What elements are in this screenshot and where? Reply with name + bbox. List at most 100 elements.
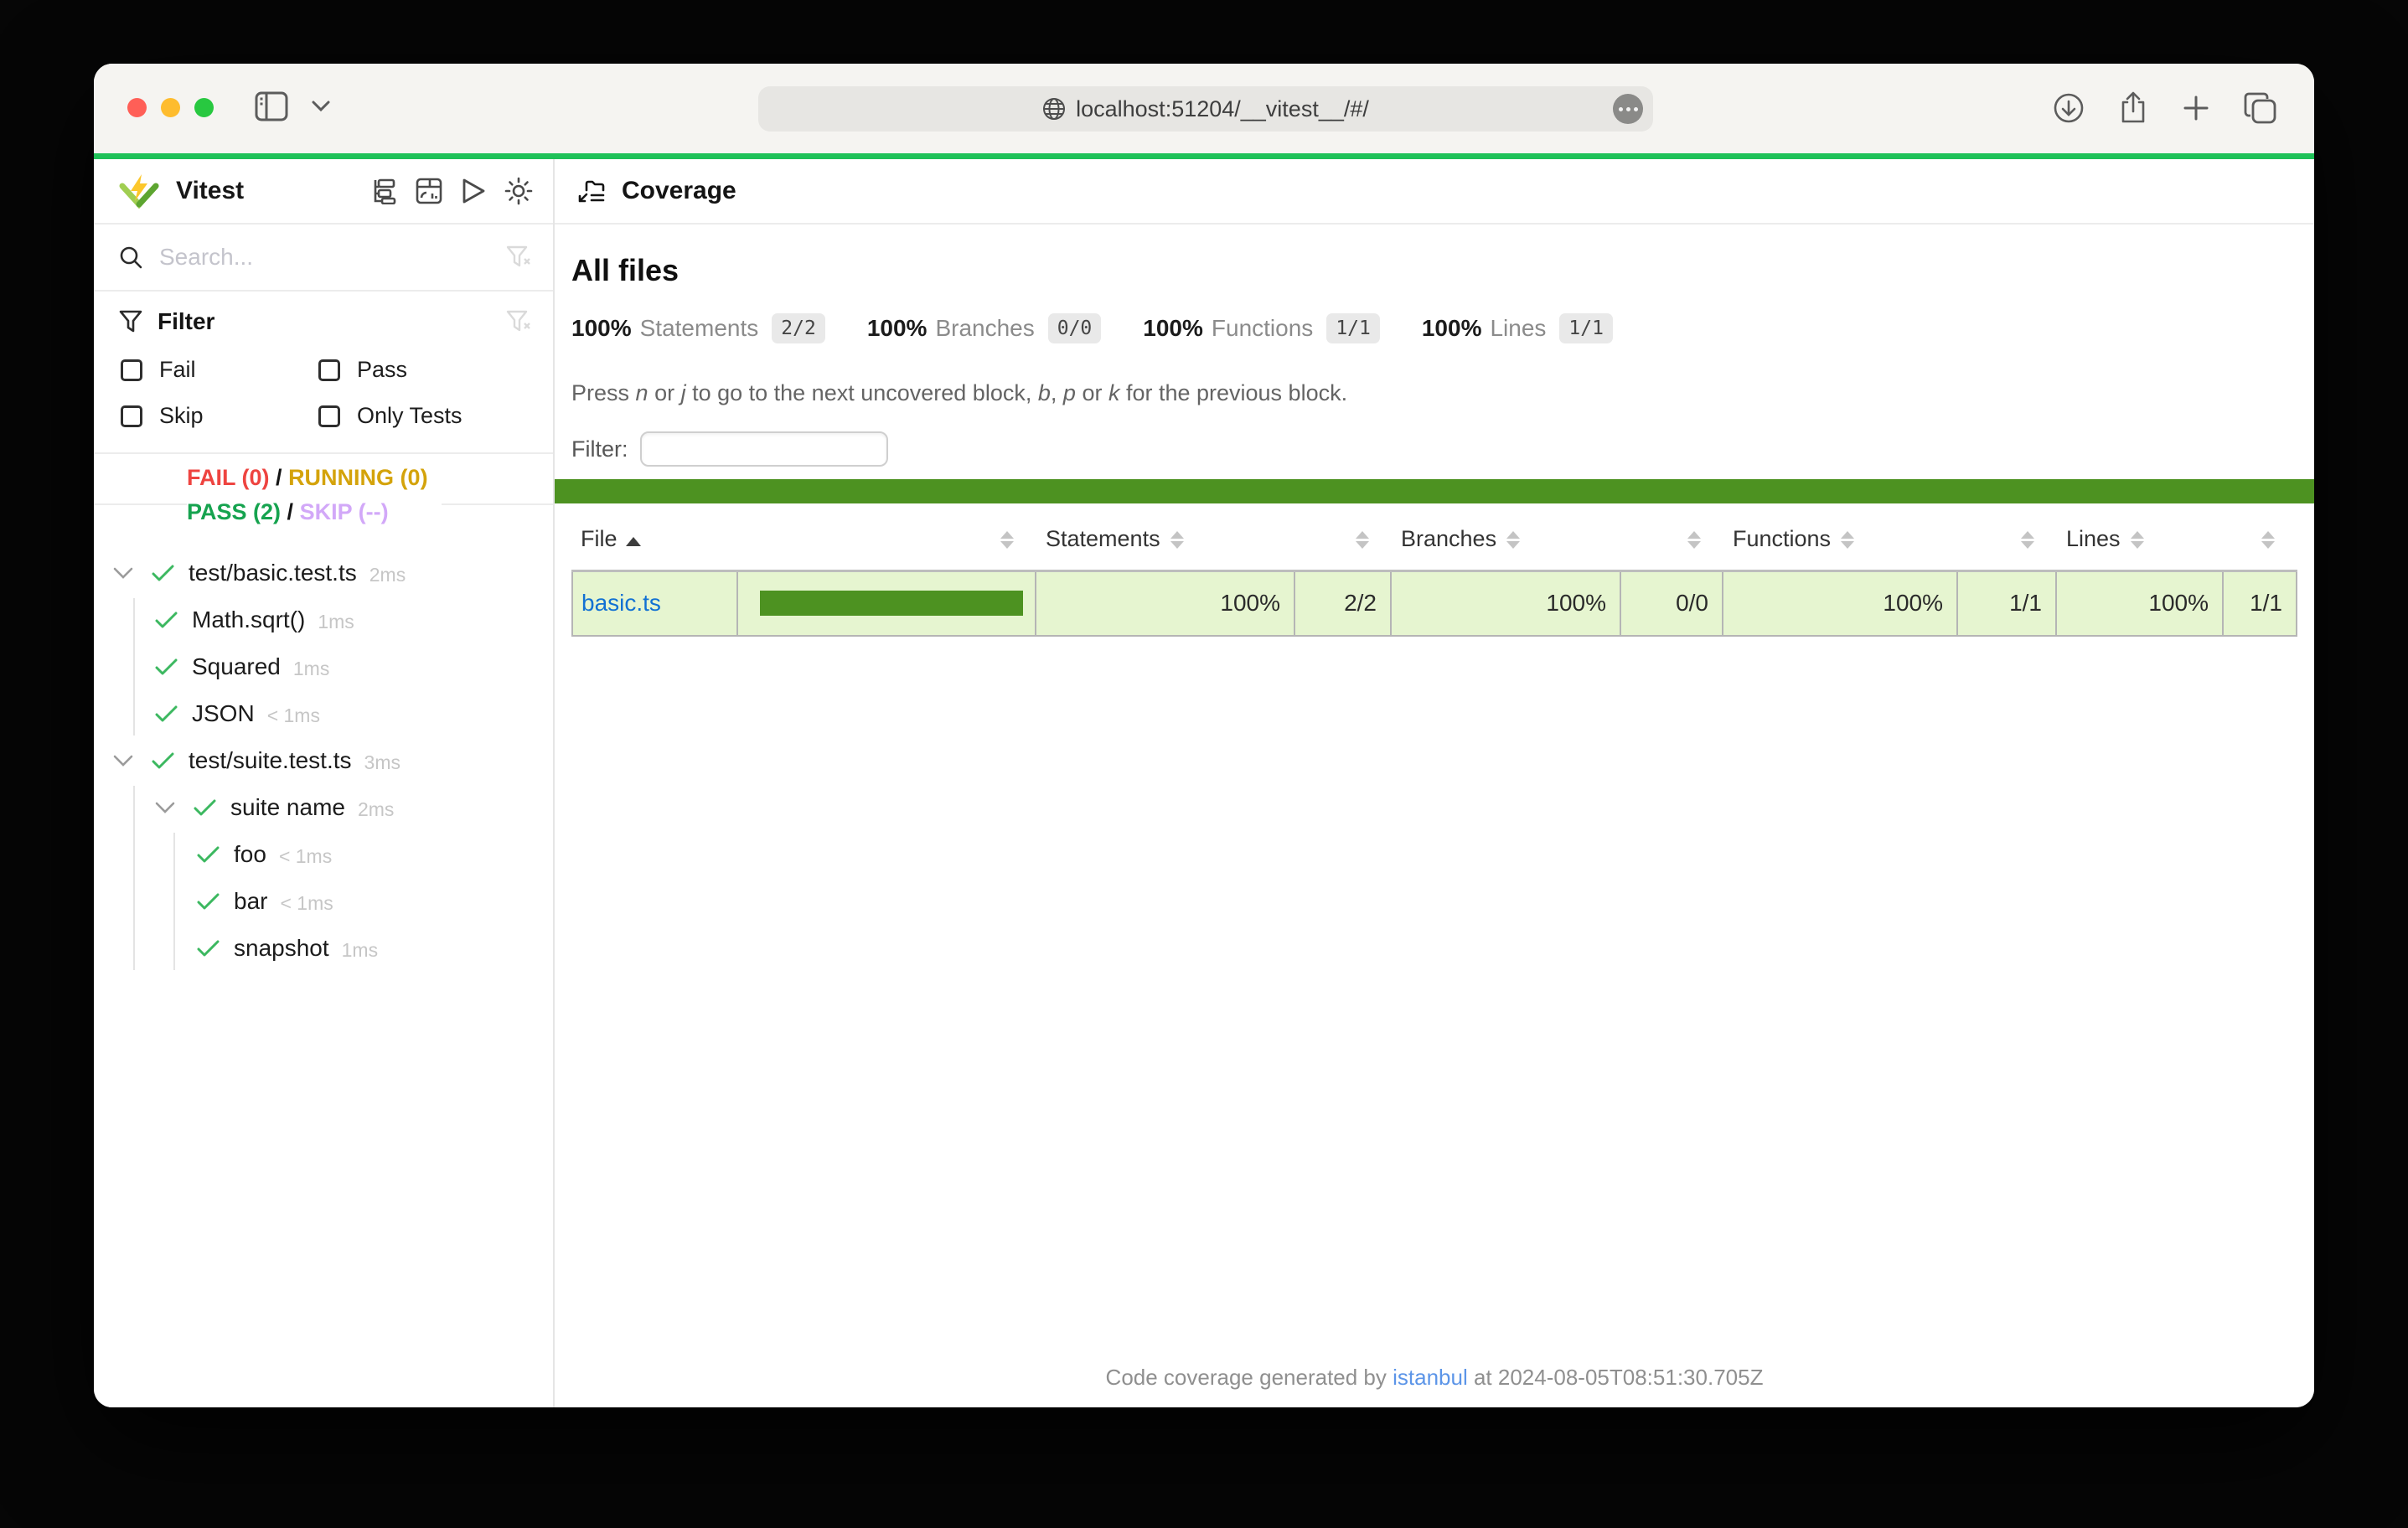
double-caret-icon [2261,531,2275,549]
check-icon [155,705,178,723]
double-caret-icon [2021,531,2034,549]
report-panel-icon[interactable] [416,178,442,204]
lines-raw-cell: 1/1 [2223,570,2297,636]
play-icon[interactable] [461,178,486,204]
test-tree-item[interactable]: foo< 1ms [94,831,553,878]
column-header-branches-raw[interactable] [1620,508,1723,570]
minimize-window-button[interactable] [161,98,180,117]
sidebar-panel-icon[interactable] [255,91,288,121]
double-caret-icon [1356,531,1369,549]
test-tree-item[interactable]: test/suite.test.ts3ms [94,737,553,784]
vitest-logo [119,173,159,209]
checkbox-label: Skip [159,403,204,429]
checkbox[interactable] [121,405,142,427]
test-tree-item[interactable]: snapshot1ms [94,925,553,972]
test-duration: < 1ms [279,842,332,868]
istanbul-link[interactable]: istanbul [1393,1365,1468,1390]
test-name: JSON [192,700,255,727]
column-header-lines-raw[interactable] [2223,508,2297,570]
summary-ratio-badge: 1/1 [1326,313,1380,343]
address-bar[interactable]: localhost:51204/__vitest__/#/ [758,86,1653,132]
search-input[interactable] [159,244,506,271]
fail-count: FAIL (0) [187,465,270,490]
hierarchy-icon[interactable] [370,178,397,204]
filter-option-pass: Pass [318,357,531,383]
functions-pct-cell: 100% [1723,570,1957,636]
square-arrow-up-icon[interactable] [2118,91,2148,125]
checkbox-label: Only Tests [357,403,462,429]
test-tree-item[interactable]: JSON< 1ms [94,690,553,737]
magnifier-icon [119,245,142,269]
test-tree-item[interactable]: suite name2ms [94,784,553,831]
check-icon [155,658,178,676]
checkbox[interactable] [121,359,142,381]
circle-arrow-down-icon[interactable] [2053,92,2085,124]
summary-item: 100% Statements 2/2 [571,313,825,343]
double-caret-icon [1170,531,1184,549]
filter-option-skip: Skip [121,403,318,429]
test-tree-item[interactable]: Squared1ms [94,643,553,690]
summary-ratio-badge: 1/1 [1559,313,1613,343]
test-name: test/suite.test.ts [189,747,352,774]
column-header-file[interactable]: File [572,508,737,570]
column-header-file-bar[interactable] [737,508,1036,570]
double-caret-icon [2131,531,2144,549]
check-icon [197,892,220,911]
zoom-window-button[interactable] [194,98,214,117]
check-icon [197,939,220,958]
file-link[interactable]: basic.ts [581,590,661,616]
url-text: localhost:51204/__vitest__/#/ [1076,96,1369,122]
browser-toolbar: localhost:51204/__vitest__/#/ [94,64,2314,153]
summary-percent: 100% [1422,315,1482,342]
summary-item: 100% Functions 1/1 [1143,313,1380,343]
branches-pct-cell: 100% [1391,570,1620,636]
checkbox-label: Pass [357,357,407,383]
filter-option-only-tests: Only Tests [318,403,531,429]
coverage-filter-input[interactable] [640,431,888,467]
column-header-statements-raw[interactable] [1294,508,1391,570]
check-icon [155,611,178,629]
test-name: bar [234,888,267,915]
page-title: Coverage [622,177,736,205]
test-name: Squared [192,653,281,680]
chevron-down-icon[interactable] [155,802,175,813]
summary-item: 100% Lines 1/1 [1422,313,1613,343]
close-window-button[interactable] [127,98,147,117]
test-tree-item[interactable]: bar< 1ms [94,878,553,925]
traffic-lights [127,98,214,117]
test-tree-item[interactable]: test/basic.test.ts2ms [94,550,553,596]
column-header-functions[interactable]: Functions [1723,508,1957,570]
sun-icon[interactable] [504,177,533,205]
test-name: Math.sqrt() [192,607,305,633]
summary-label: Statements [640,315,759,342]
app-title: Vitest [176,177,244,205]
coverage-summary: 100% Statements 2/2 100% Branches 0/0 10… [571,313,2297,343]
column-header-lines[interactable]: Lines [2056,508,2223,570]
check-icon [194,798,216,817]
summary-percent: 100% [1143,315,1203,342]
test-progress-bar [94,153,2314,159]
summary-percent: 100% [867,315,928,342]
branches-raw-cell: 0/0 [1620,570,1723,636]
column-header-functions-raw[interactable] [1957,508,2056,570]
checkbox[interactable] [318,359,340,381]
checkbox[interactable] [318,405,340,427]
check-icon [152,564,174,582]
check-icon [152,751,174,770]
summary-ratio-badge: 2/2 [772,313,825,343]
chevron-down-icon[interactable] [312,101,330,112]
filter-option-fail: Fail [121,357,318,383]
chevron-down-icon[interactable] [113,755,133,767]
test-tree-item[interactable]: Math.sqrt()1ms [94,596,553,643]
funnel-x-icon[interactable] [506,245,531,269]
report-folder-icon [578,178,605,204]
chevron-down-icon[interactable] [113,567,133,579]
overlapping-squares-icon[interactable] [2244,92,2277,124]
ellipsis-icon[interactable] [1613,94,1643,124]
file-coverage-bar-cell [737,570,1036,636]
column-header-branches[interactable]: Branches [1391,508,1620,570]
column-header-statements[interactable]: Statements [1036,508,1294,570]
funnel-x-icon[interactable] [506,310,531,333]
double-caret-icon [1000,531,1014,549]
plus-icon[interactable] [2182,94,2210,122]
